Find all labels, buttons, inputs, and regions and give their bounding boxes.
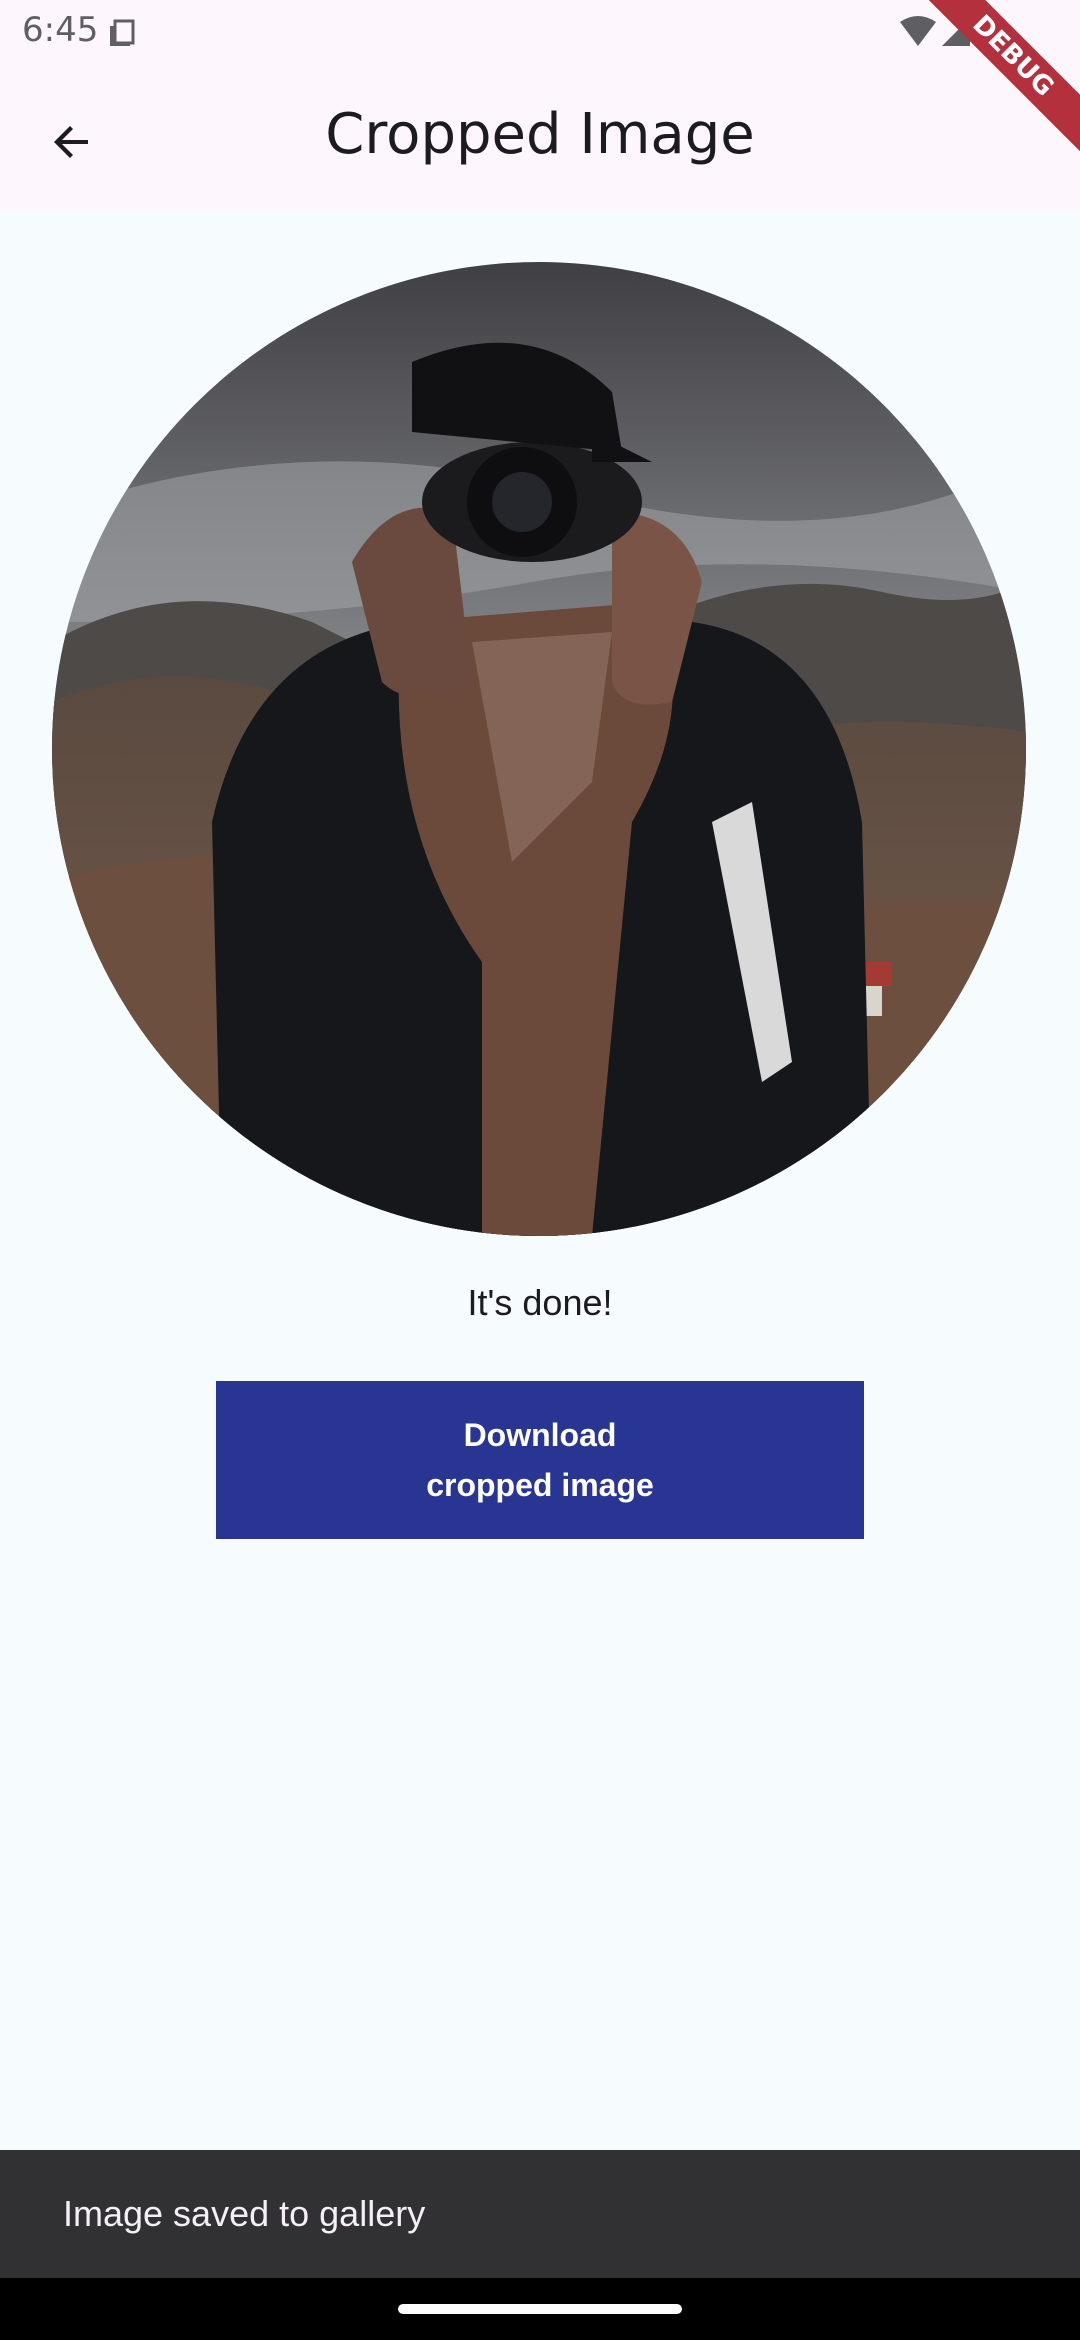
cropped-image: [52, 262, 1026, 1236]
page-title: Cropped Image: [325, 102, 755, 167]
status-text: It's done!: [467, 1282, 613, 1323]
wifi-icon: [900, 16, 936, 46]
screen: 6:45 Cropped Image DEBUG It's done! Down…: [0, 0, 1080, 2340]
home-indicator[interactable]: [398, 2304, 682, 2314]
cell-signal-icon: [942, 18, 970, 46]
download-button-line1: Download: [463, 1417, 617, 1453]
snackbar: Image saved to gallery: [0, 2150, 1080, 2278]
download-button-line2: cropped image: [426, 1467, 654, 1503]
download-cropped-image-button[interactable]: Download cropped image: [216, 1381, 864, 1539]
app-bar: Cropped Image: [0, 62, 1080, 210]
cropped-photo: [52, 262, 1026, 1236]
status-bar: 6:45: [0, 0, 1080, 62]
status-icons: [900, 16, 994, 46]
system-nav-bar: [0, 2278, 1080, 2340]
sim-card-icon: [110, 19, 135, 46]
battery-icon: [980, 16, 994, 46]
snackbar-message: Image saved to gallery: [63, 2193, 426, 2234]
status-time: 6:45: [22, 10, 99, 50]
